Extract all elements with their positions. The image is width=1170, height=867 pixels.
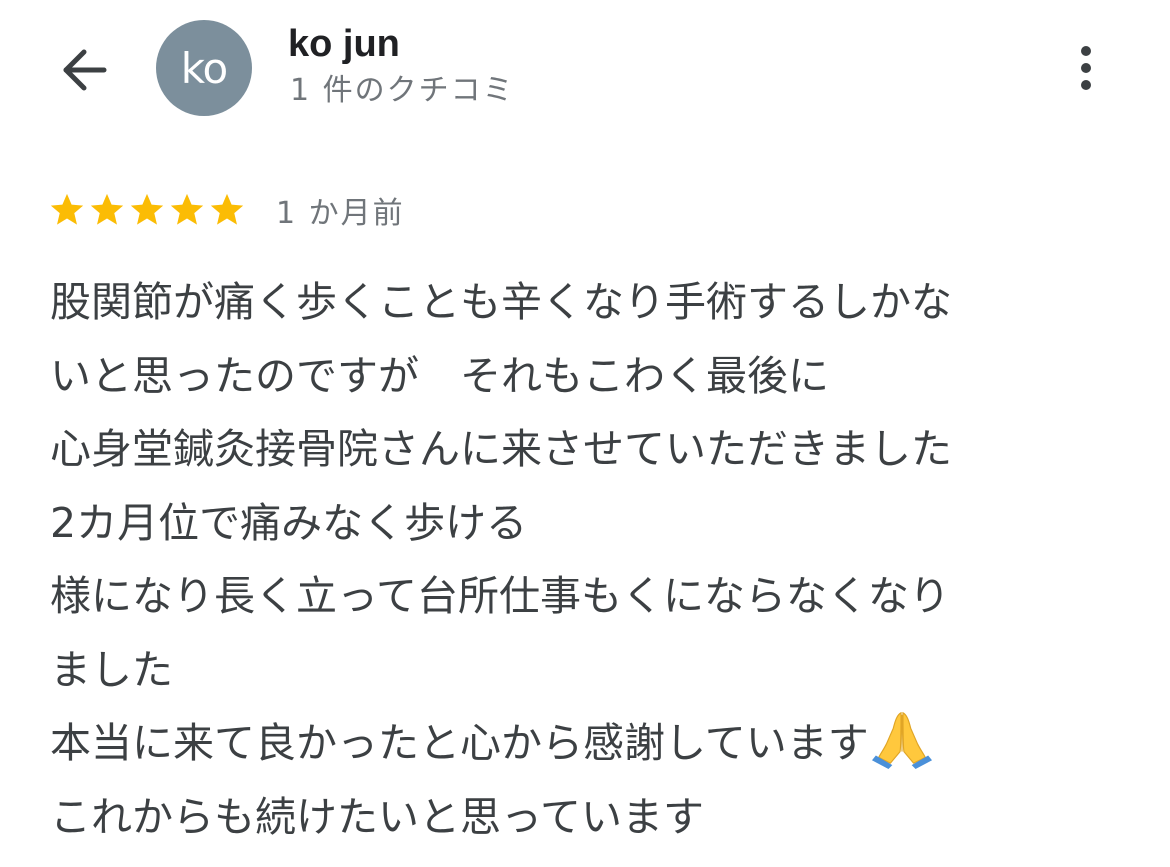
avatar[interactable]: ko bbox=[156, 20, 252, 116]
review-date: 1 か月前 bbox=[276, 196, 405, 231]
review-line-with-emoji: 本当に来て良かったと心から感謝しています bbox=[50, 707, 1130, 781]
avatar-initials: ko bbox=[180, 43, 229, 93]
arrow-back-icon bbox=[63, 49, 107, 91]
more-vert-icon bbox=[1081, 46, 1091, 56]
review-line: 2カ月位で痛みなく歩ける bbox=[50, 498, 528, 547]
review-line: 心身堂鍼灸接骨院さんに来させていただきました bbox=[50, 425, 952, 473]
more-vert-dot bbox=[1081, 80, 1091, 90]
rating-row: 1 か月前 bbox=[48, 184, 405, 236]
review-count: 1 件のクチコミ bbox=[290, 73, 515, 108]
review-line-text: 本当に来て良かったと心から感謝しています bbox=[50, 719, 869, 767]
more-vert-dot bbox=[1081, 63, 1091, 73]
star-icon bbox=[90, 193, 124, 225]
star-rating bbox=[48, 191, 246, 229]
review-text: 股関節が痛く歩くことも辛くなり手術するしかな いと思ったのですが それもこわく最… bbox=[50, 266, 1130, 854]
folded-hands-emoji bbox=[871, 711, 932, 769]
back-button[interactable] bbox=[52, 38, 116, 102]
star-icon bbox=[210, 193, 244, 225]
review-line: これからも続けたいと思っています bbox=[50, 792, 704, 841]
star-icon bbox=[50, 193, 84, 225]
more-options-button[interactable] bbox=[1060, 36, 1112, 100]
review-line: いと思ったのですが それもこわく最後に bbox=[50, 351, 829, 400]
star-icon bbox=[170, 193, 204, 225]
user-name[interactable]: ko jun bbox=[288, 20, 400, 68]
review-line: ました bbox=[50, 645, 173, 694]
review-header: ko ko jun 1 件のクチコミ bbox=[0, 0, 1170, 135]
review-line: 様になり長く立って台所仕事もくにならなくなり bbox=[50, 572, 950, 620]
review-line: 股関節が痛く歩くことも辛くなり手術するしかな bbox=[50, 278, 952, 326]
star-icon bbox=[130, 193, 164, 225]
